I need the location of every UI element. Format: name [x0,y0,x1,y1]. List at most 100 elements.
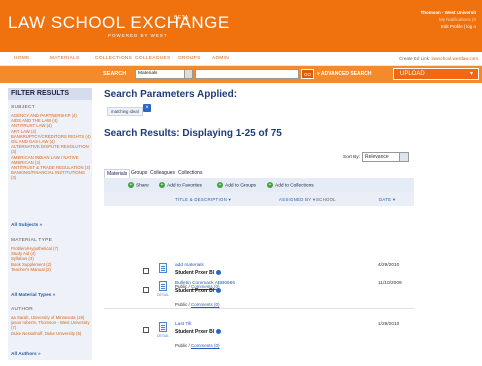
results-title: Search Results: Displaying 1-25 of 75 [104,128,282,139]
row-visibility: Public / Comments (0) [175,343,220,348]
search-scope-select[interactable]: Materials [135,69,193,79]
row-public-label: Public / [175,343,190,348]
add-to-collections-label: Add to Collections [275,183,314,189]
add-to-groups-label: Add to Groups [225,183,256,189]
info-icon[interactable] [216,270,222,276]
search-input[interactable] [195,69,299,79]
main-nav: HOME MATERIALS COLLECTIONS COLLEAGUES GR… [0,52,482,66]
table-row: DETAIL Last Tilt Student Prxer Bl Public… [104,318,414,366]
info-icon[interactable] [216,288,222,294]
subject-facet[interactable]: ALTERNATIVE DISPUTE RESOLUTION (3) [11,144,91,154]
beta-badge: BETA [174,15,189,21]
filter-sidebar: FILTER RESULTS SUBJECT AGENCY AND PARTNE… [8,88,92,360]
subject-facet[interactable]: AMERICAN INDIAN LAW / NATIVE AMERICAN (3… [11,155,91,165]
user-menu: Thomson - West Universit My Notification… [421,9,476,30]
row-date: 11/10/2009 [378,281,402,286]
author-list: aa Sarah, University of Minnesota (19) j… [11,315,91,336]
close-icon[interactable]: × [143,104,151,112]
all-authors-link[interactable]: All Authors » [11,352,41,357]
sort-value: Relevance [365,154,389,160]
tab-groups[interactable]: Groups [129,169,149,177]
site-logo[interactable]: LAW SCHOOL EXCHANGE [8,13,230,33]
column-date[interactable]: DATE ▾ [379,197,395,203]
chevron-down-icon [184,70,192,78]
row-checkbox[interactable] [143,268,149,274]
add-to-groups-button[interactable]: + Add to Groups [217,182,256,188]
ed-link: Create Ed Link: lawschool.westlaw.com [399,56,478,61]
tab-collections[interactable]: Collections [176,169,204,177]
material-type-list: Problem/Hypothetical (7) Study Aid (4) S… [11,246,91,272]
plus-icon: + [267,182,273,188]
powered-by: POWERED BY WEST [108,33,168,38]
nav-collections[interactable]: COLLECTIONS [95,56,132,61]
row-public-label: Public / [175,302,190,307]
plus-icon: + [128,182,134,188]
row-author-name: Student Prxer Bl [175,329,215,335]
search-param-chip: matching ideal [107,107,143,116]
row-comments-link[interactable]: Comments (0) [191,343,220,348]
detail-link[interactable]: DETAIL [157,334,169,338]
nav-admin[interactable]: ADMIN [212,56,229,61]
row-date: 4/29/2010 [378,263,400,268]
info-icon[interactable] [216,329,222,335]
document-icon[interactable] [159,322,167,332]
search-params-title: Search Parameters Applied: [104,89,238,100]
search-label: SEARCH [103,71,127,77]
add-to-favorites-button[interactable]: + Add to Favorites [159,182,202,188]
row-author-name: Student Prxer Bl [175,288,215,294]
share-label: Share [136,183,149,189]
subject-list: AGENCY AND PARTNERSHIP (4) AIDS AND THE … [11,113,91,181]
column-school[interactable]: SCHOOL [316,197,336,202]
search-bar: SEARCH Materials GO » ADVANCED SEARCH UP… [0,66,482,83]
nav-groups[interactable]: GROUPS [178,56,201,61]
results-table-header: TITLE & DESCRIPTION ▾ ASSIGNED BY ▾ SCHO… [104,192,414,206]
row-title-link[interactable]: Last Tilt [175,322,192,327]
upload-label: UPLOAD [400,71,425,77]
site-header: LAW SCHOOL EXCHANGE BETA POWERED BY WEST… [0,0,482,52]
chevron-down-icon: ▼ [469,71,474,77]
tab-colleagues[interactable]: Colleagues [148,169,177,177]
row-author[interactable]: Student Prxer Bl [175,329,222,335]
sort-select[interactable]: Relevance [362,152,409,162]
nav-home[interactable]: HOME [14,56,30,61]
plus-icon: + [159,182,165,188]
material-facet[interactable]: Teacher's Manual (2) [11,267,91,272]
row-checkbox[interactable] [143,327,149,333]
notifications-link[interactable]: My Notifications (0 [421,16,476,23]
table-row: DETAIL Bulletin Commack ABB0666 Student … [104,277,414,315]
advanced-search-label: ADVANCED SEARCH [320,71,372,77]
user-name: Thomson - West Universit [420,10,476,15]
row-author-name: Student Prxer Bl [175,270,215,276]
row-comments-link[interactable]: Comments (0) [191,302,220,307]
document-icon[interactable] [159,281,167,291]
row-date: 1/29/2010 [378,322,400,327]
upload-dropdown[interactable]: UPLOAD ▼ [393,68,479,80]
row-author[interactable]: Student Prxer Bl [175,288,222,294]
row-title-link[interactable]: add materials [175,263,204,268]
share-button[interactable]: + Share [128,182,149,188]
edit-profile-link[interactable]: Edit Profile | log o [421,23,476,30]
search-go-button[interactable]: GO [301,69,314,79]
author-facet[interactable]: Duke Nesselhoff, Duke University (6) [11,331,91,336]
detail-link[interactable]: DETAIL [157,293,169,297]
row-author[interactable]: Student Prxer Bl [175,270,222,276]
ed-link-label: Create Ed Link [399,56,429,61]
ed-link-url[interactable]: lawschool.westlaw.com [431,56,478,61]
chevron-down-icon [399,153,408,161]
column-title[interactable]: TITLE & DESCRIPTION ▾ [175,197,231,203]
all-material-types-link[interactable]: All Material Types » [11,293,55,298]
all-subjects-link[interactable]: All Subjects » [11,223,42,228]
nav-materials[interactable]: MATERIALS [50,56,80,61]
filter-results-title: FILTER RESULTS [8,88,92,100]
add-to-collections-button[interactable]: + Add to Collections [267,182,314,188]
document-icon[interactable] [159,263,167,273]
add-to-favorites-label: Add to Favorites [167,183,202,189]
author-facet[interactable]: jason roberts, Thomson - West University… [11,320,91,330]
subject-facet[interactable]: BANKING/FINANCIAL INSTITUTIONS (3) [11,170,91,180]
row-visibility: Public / Comments (0) [175,302,220,307]
nav-colleagues[interactable]: COLLEAGUES [135,56,171,61]
column-assigned-by[interactable]: ASSIGNED BY ▾ [279,197,315,203]
advanced-search-link[interactable]: » ADVANCED SEARCH [317,71,371,77]
row-title-link[interactable]: Bulletin Commack ABB0666 [175,281,235,286]
author-heading: AUTHOR [11,307,34,312]
